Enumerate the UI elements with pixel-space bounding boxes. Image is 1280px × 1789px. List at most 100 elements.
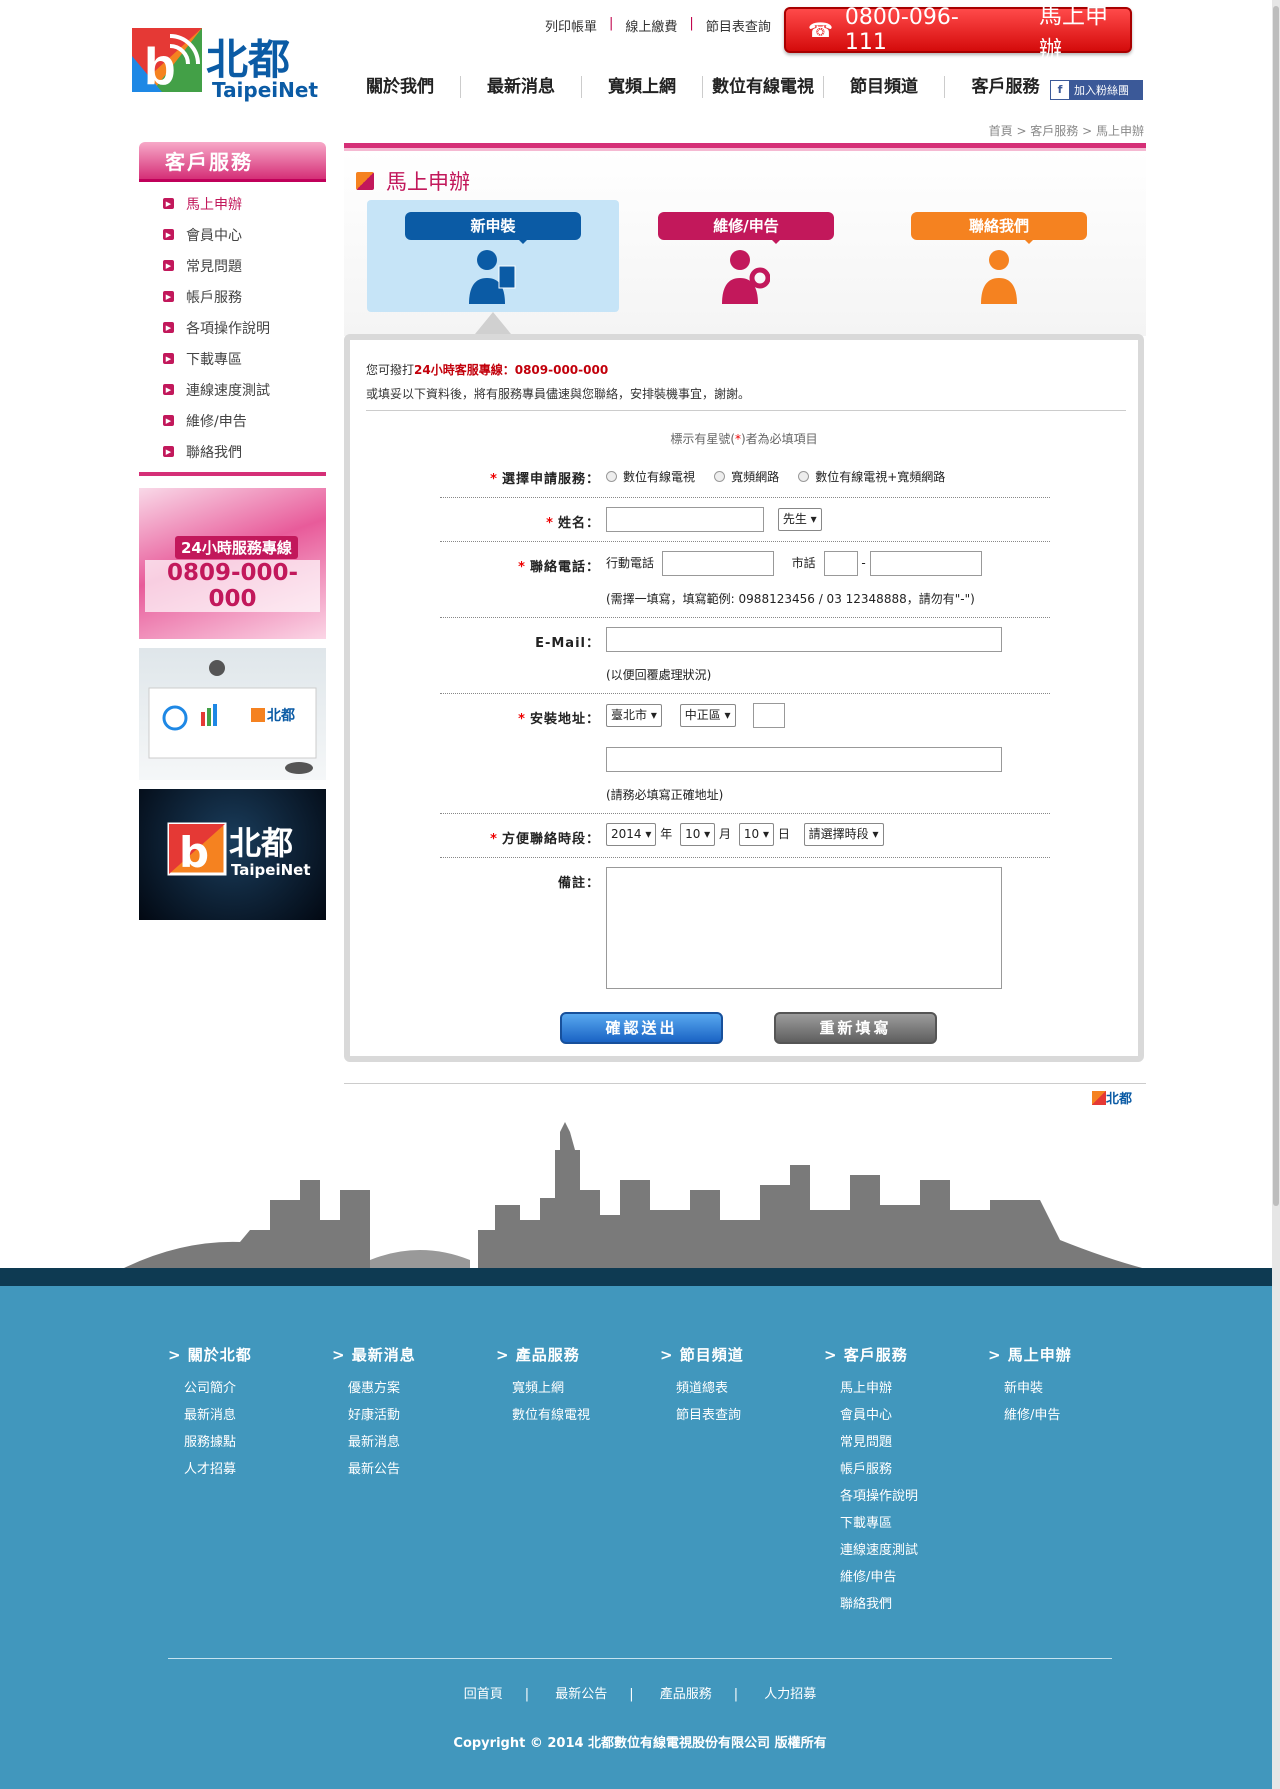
name-input[interactable] [606, 507, 764, 532]
sidebar-item-apply[interactable]: ▶ 馬上申辦 [139, 188, 326, 219]
footer-link[interactable]: 維修/申告 [824, 1566, 988, 1593]
taipeinet-logo[interactable]: b 北都 TaipeiNet [132, 26, 322, 112]
zipcode-input[interactable] [753, 703, 786, 728]
service-row: * 選擇申請服務： 數位有線電視 寬頻網路 數位有線電視+寬頻網路 [440, 454, 1050, 498]
nav-broadband[interactable]: 寬頻上網 [582, 76, 703, 98]
footer-careers-link[interactable]: 人力招募 [764, 1687, 816, 1702]
footer-link[interactable]: 頻道總表 [660, 1377, 824, 1404]
reset-button[interactable]: 重新填寫 [774, 1012, 937, 1044]
service-banner[interactable]: 北都 [139, 648, 326, 780]
time-slot-select[interactable]: 請選擇時段 ▾ [803, 823, 884, 846]
sidebar-item-instructions[interactable]: ▶ 各項操作說明 [139, 312, 326, 343]
sidebar-item-faq[interactable]: ▶ 常見問題 [139, 250, 326, 281]
submit-button[interactable]: 確認送出 [560, 1012, 723, 1044]
footer-link[interactable]: 節目表查詢 [660, 1404, 824, 1431]
facebook-icon: f [1051, 81, 1069, 99]
footer-col-news: 最新消息 優惠方案 好康活動 最新消息 最新公告 [332, 1344, 496, 1485]
svg-text:北都: 北都 [267, 708, 295, 724]
footer-link[interactable]: 數位有線電視 [496, 1404, 660, 1431]
arrow-bullet-icon: ▶ [163, 291, 174, 302]
title-select[interactable]: 先生 ▾ [777, 508, 822, 531]
remarks-row: 備註： [440, 858, 1050, 998]
nav-channels[interactable]: 節目頻道 [824, 76, 945, 98]
nav-news[interactable]: 最新消息 [461, 76, 582, 98]
footer-col-service: 客戶服務 馬上申辦 會員中心 常見問題 帳戶服務 各項操作說明 下載專區 連線速… [824, 1344, 988, 1620]
svg-text:b: b [179, 828, 209, 877]
home-phone-input[interactable] [869, 551, 982, 576]
day-select[interactable]: 10 ▾ [738, 823, 774, 846]
tab-repair-report[interactable]: 維修/申告 [620, 200, 872, 312]
facebook-fan-button[interactable]: f 加入粉絲團 [1050, 80, 1143, 100]
print-bill-link[interactable]: 列印帳單 [545, 16, 597, 35]
arrow-bullet-icon: ▶ [163, 446, 174, 457]
nav-about[interactable]: 關於我們 [340, 76, 461, 98]
footer-link[interactable]: 最新消息 [168, 1404, 332, 1431]
arrow-bullet-icon: ▶ [163, 229, 174, 240]
hotline-banner[interactable]: 24小時服務專線 0809-000-000 [139, 488, 326, 639]
footer-link[interactable]: 最新消息 [332, 1431, 496, 1458]
online-payment-link[interactable]: 線上繳費 [625, 16, 677, 35]
mobile-input[interactable] [661, 551, 774, 576]
arrow-bullet-icon: ▶ [163, 415, 174, 426]
service-option-broadband[interactable]: 寬頻網路 [714, 470, 779, 484]
footer-col-apply: 馬上申辦 新申裝 維修/申告 [988, 1344, 1152, 1431]
footer-link[interactable]: 聯絡我們 [824, 1593, 988, 1620]
service-option-tv[interactable]: 數位有線電視 [606, 470, 695, 484]
footer-link[interactable]: 最新公告 [332, 1458, 496, 1485]
required-note: 標示有星號(*)者為必填項目 [670, 432, 818, 446]
footer-link[interactable]: 連線速度測試 [824, 1539, 988, 1566]
footer-link[interactable]: 會員中心 [824, 1404, 988, 1431]
sidebar-item-account[interactable]: ▶ 帳戶服務 [139, 281, 326, 312]
email-input[interactable] [606, 627, 1002, 652]
page-title: 馬上申辦 [356, 166, 470, 196]
footer-link[interactable]: 下載專區 [824, 1512, 988, 1539]
nav-customer-service[interactable]: 客戶服務 [945, 76, 1066, 98]
footer-link[interactable]: 維修/申告 [988, 1404, 1152, 1431]
program-schedule-link[interactable]: 節目表查詢 [706, 16, 771, 35]
sidebar-item-speedtest[interactable]: ▶ 連線速度測試 [139, 374, 326, 405]
taipeinet-brand-banner[interactable]: b 北都 TaipeiNet [139, 789, 326, 920]
footer-link[interactable]: 寬頻上網 [496, 1377, 660, 1404]
title-bullet-icon [356, 172, 374, 190]
footer-link[interactable]: 帳戶服務 [824, 1458, 988, 1485]
address-hint: (請務必填寫正確地址) [606, 788, 724, 802]
footer-link[interactable]: 各項操作說明 [824, 1485, 988, 1512]
arrow-bullet-icon: ▶ [163, 198, 174, 209]
month-select[interactable]: 10 ▾ [680, 823, 716, 846]
address-input[interactable] [606, 747, 1002, 772]
footer-products-link[interactable]: 產品服務 [660, 1687, 712, 1702]
footer-home-link[interactable]: 回首頁 [464, 1687, 503, 1702]
footer-link[interactable]: 優惠方案 [332, 1377, 496, 1404]
footer-link[interactable]: 馬上申辦 [824, 1377, 988, 1404]
tab-new-install[interactable]: 新申裝 [367, 200, 619, 312]
footer-link[interactable]: 人才招募 [168, 1458, 332, 1485]
sidebar-item-member[interactable]: ▶ 會員中心 [139, 219, 326, 250]
copyright: Copyright © 2014 北都數位有線電視股份有限公司 版權所有 [453, 1736, 827, 1751]
footer-link[interactable]: 常見問題 [824, 1431, 988, 1458]
hotline-apply-button[interactable]: ☎ 0800-096-111 馬上申辦 [784, 3, 1132, 63]
sidebar-item-downloads[interactable]: ▶ 下載專區 [139, 343, 326, 374]
sidebar-item-repair[interactable]: ▶ 維修/申告 [139, 405, 326, 436]
area-code-input[interactable] [823, 551, 858, 576]
footer-announcement-link[interactable]: 最新公告 [555, 1687, 607, 1702]
footer-col-channels: 節目頻道 頻道總表 節目表查詢 [660, 1344, 824, 1431]
nav-digital-tv[interactable]: 數位有線電視 [703, 76, 824, 98]
year-select[interactable]: 2014 ▾ [606, 823, 657, 846]
city-select[interactable]: 臺北市 ▾ [606, 704, 662, 727]
apply-now-label: 馬上申辦 [1039, 3, 1109, 63]
district-select[interactable]: 中正區 ▾ [679, 704, 736, 727]
sidebar-divider [139, 472, 326, 476]
arrow-bullet-icon: ▶ [163, 260, 174, 271]
remarks-textarea[interactable] [606, 867, 1002, 989]
footer-link[interactable]: 公司簡介 [168, 1377, 332, 1404]
footer-link[interactable]: 好康活動 [332, 1404, 496, 1431]
tab-contact-us[interactable]: 聯絡我們 [873, 200, 1125, 312]
sidebar-item-contact[interactable]: ▶ 聯絡我們 [139, 436, 326, 467]
footer-link[interactable]: 新申裝 [988, 1377, 1152, 1404]
footer-link[interactable]: 服務據點 [168, 1431, 332, 1458]
arrow-bullet-icon: ▶ [163, 353, 174, 364]
service-option-both[interactable]: 數位有線電視+寬頻網路 [798, 470, 945, 484]
brand-name-en: TaipeiNet [212, 78, 319, 102]
sidebar-menu: ▶ 馬上申辦 ▶ 會員中心 ▶ 常見問題 ▶ 帳戶服務 ▶ 各項操作說明 ▶ 下載專區 ▶ 連… [139, 188, 326, 467]
scrollbar-thumb[interactable] [1273, 6, 1279, 1206]
